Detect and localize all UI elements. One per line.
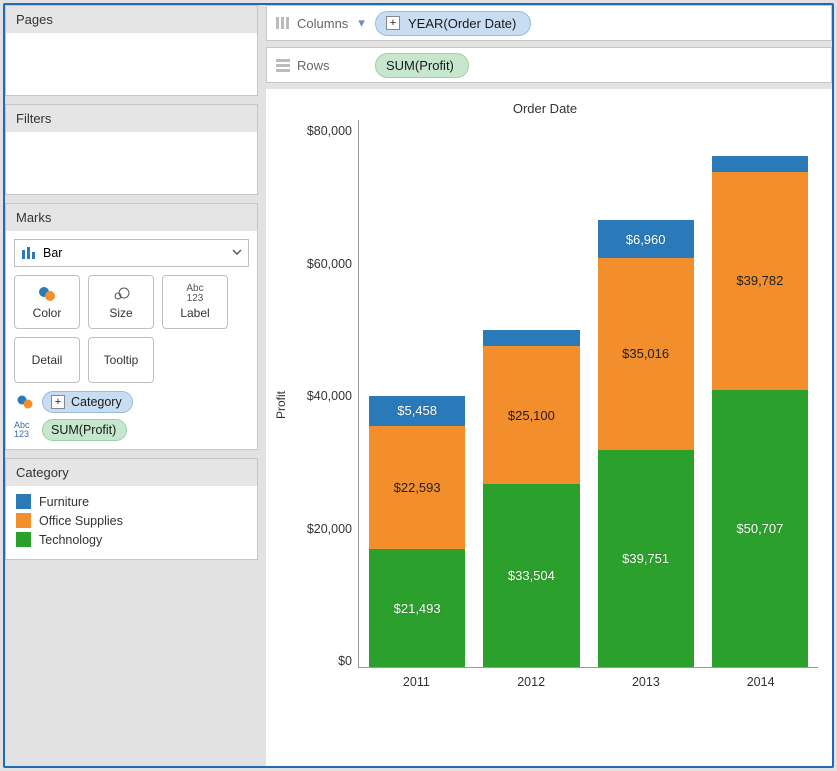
- bar-column[interactable]: $50,707$39,782: [712, 120, 808, 667]
- label-button[interactable]: Abc123 Label: [162, 275, 228, 329]
- bar-column[interactable]: $33,504$25,100: [483, 120, 579, 667]
- bar-segment[interactable]: $25,100: [483, 346, 579, 483]
- label-label: Label: [180, 306, 209, 320]
- y-tick: $20,000: [307, 522, 352, 536]
- y-tick: $80,000: [307, 124, 352, 138]
- legend-label: Furniture: [39, 495, 89, 509]
- bar-segment[interactable]: $39,782: [712, 172, 808, 390]
- legend-header: Category: [6, 459, 257, 486]
- label-icon: Abc123: [14, 421, 36, 439]
- chevron-down-icon: [232, 246, 242, 260]
- bar-segment[interactable]: $6,960: [598, 220, 694, 258]
- bar-segment[interactable]: $50,707: [712, 390, 808, 667]
- y-axis-ticks: $80,000 $60,000 $40,000 $20,000 $0: [290, 120, 358, 690]
- app-window: Pages Filters Marks Bar: [3, 3, 834, 768]
- legend-item-furniture[interactable]: Furniture: [16, 492, 247, 511]
- sum-profit-pill-label: SUM(Profit): [51, 423, 116, 437]
- bar-chart-icon: [21, 245, 37, 262]
- filters-header: Filters: [6, 105, 257, 132]
- mark-type-dropdown[interactable]: Bar: [14, 239, 249, 267]
- rows-text: Rows: [297, 58, 330, 73]
- tooltip-button[interactable]: Tooltip: [88, 337, 154, 383]
- rows-pill-label: SUM(Profit): [386, 58, 454, 73]
- filters-shelf[interactable]: Filters: [5, 104, 258, 195]
- expand-icon[interactable]: +: [51, 395, 65, 409]
- bar-segment[interactable]: [483, 330, 579, 346]
- pages-dropzone[interactable]: [6, 33, 257, 95]
- bar-column[interactable]: $21,493$22,593$5,458: [369, 120, 465, 667]
- marks-body: Bar Color: [6, 231, 257, 449]
- x-tick: 2011: [359, 675, 474, 689]
- plot: Profit $80,000 $60,000 $40,000 $20,000 $…: [272, 120, 818, 690]
- pages-header: Pages: [6, 6, 257, 33]
- detail-button[interactable]: Detail: [14, 337, 80, 383]
- rows-shelf-label: Rows: [275, 58, 365, 73]
- bar-segment[interactable]: [712, 156, 808, 172]
- color-icon: [14, 394, 36, 410]
- label-icon: Abc123: [186, 284, 203, 304]
- label-pill-row: Abc123 SUM(Profit): [14, 419, 249, 441]
- x-axis: 2011201220132014: [359, 675, 818, 689]
- bar-segment[interactable]: $21,493: [369, 549, 465, 667]
- legend-item-office-supplies[interactable]: Office Supplies: [16, 511, 247, 530]
- rows-pill[interactable]: SUM(Profit): [375, 53, 469, 78]
- columns-pill-label: YEAR(Order Date): [408, 16, 516, 31]
- left-sidebar: Pages Filters Marks Bar: [5, 5, 258, 766]
- marks-header: Marks: [6, 204, 257, 231]
- tooltip-label: Tooltip: [104, 353, 139, 367]
- legend-item-technology[interactable]: Technology: [16, 530, 247, 549]
- swatch-icon: [16, 532, 31, 547]
- columns-pill[interactable]: + YEAR(Order Date): [375, 11, 531, 36]
- category-pill-label: Category: [71, 395, 122, 409]
- rows-shelf[interactable]: Rows SUM(Profit): [266, 47, 832, 83]
- pages-shelf[interactable]: Pages: [5, 5, 258, 96]
- y-tick: $40,000: [307, 389, 352, 403]
- size-button[interactable]: Size: [88, 275, 154, 329]
- size-icon: [111, 284, 131, 304]
- swatch-icon: [16, 494, 31, 509]
- bar-column[interactable]: $39,751$35,016$6,960: [598, 120, 694, 667]
- bar-segment[interactable]: $39,751: [598, 450, 694, 667]
- y-tick: $0: [338, 654, 352, 668]
- swatch-icon: [16, 513, 31, 528]
- x-tick: 2014: [703, 675, 818, 689]
- legend-label: Office Supplies: [39, 514, 123, 528]
- dropdown-triangle-icon[interactable]: ▾: [358, 15, 365, 31]
- category-pill[interactable]: + Category: [42, 391, 133, 413]
- legend-label: Technology: [39, 533, 102, 547]
- bar-segment[interactable]: $5,458: [369, 396, 465, 426]
- rows-icon: [275, 58, 291, 72]
- columns-shelf[interactable]: Columns ▾ + YEAR(Order Date): [266, 5, 832, 41]
- bar-segment[interactable]: $35,016: [598, 258, 694, 450]
- size-label: Size: [109, 306, 132, 320]
- bar-segment[interactable]: $33,504: [483, 484, 579, 667]
- columns-shelf-label: Columns ▾: [275, 15, 365, 31]
- y-axis-label: Profit: [272, 391, 290, 419]
- marks-button-row-1: Color Size Abc123 Label: [14, 275, 249, 329]
- sum-profit-pill[interactable]: SUM(Profit): [42, 419, 127, 441]
- expand-icon[interactable]: +: [386, 16, 400, 30]
- bar-segment[interactable]: $22,593: [369, 426, 465, 550]
- marks-button-row-2: Detail Tooltip: [14, 337, 249, 383]
- color-icon: [37, 284, 57, 304]
- color-button[interactable]: Color: [14, 275, 80, 329]
- x-tick: 2012: [474, 675, 589, 689]
- chart-panel: Order Date Profit $80,000 $60,000 $40,00…: [266, 89, 832, 766]
- columns-icon: [275, 16, 291, 30]
- color-pill-row: + Category: [14, 391, 249, 413]
- legend-body: Furniture Office Supplies Technology: [6, 486, 257, 559]
- x-tick: 2013: [589, 675, 704, 689]
- marks-pill-list: + Category Abc123 SUM(Profit): [14, 391, 249, 441]
- chart-title: Order Date: [272, 101, 818, 120]
- marks-card: Marks Bar Color: [5, 203, 258, 450]
- color-legend: Category Furniture Office Supplies Techn…: [5, 458, 258, 560]
- plot-area[interactable]: $21,493$22,593$5,458$33,504$25,100$39,75…: [358, 120, 818, 668]
- mark-type-label: Bar: [43, 246, 62, 260]
- filters-dropzone[interactable]: [6, 132, 257, 194]
- detail-label: Detail: [32, 353, 63, 367]
- columns-text: Columns: [297, 16, 348, 31]
- y-tick: $60,000: [307, 257, 352, 271]
- main-area: Columns ▾ + YEAR(Order Date) Rows SUM(Pr…: [258, 5, 832, 766]
- color-label: Color: [33, 306, 62, 320]
